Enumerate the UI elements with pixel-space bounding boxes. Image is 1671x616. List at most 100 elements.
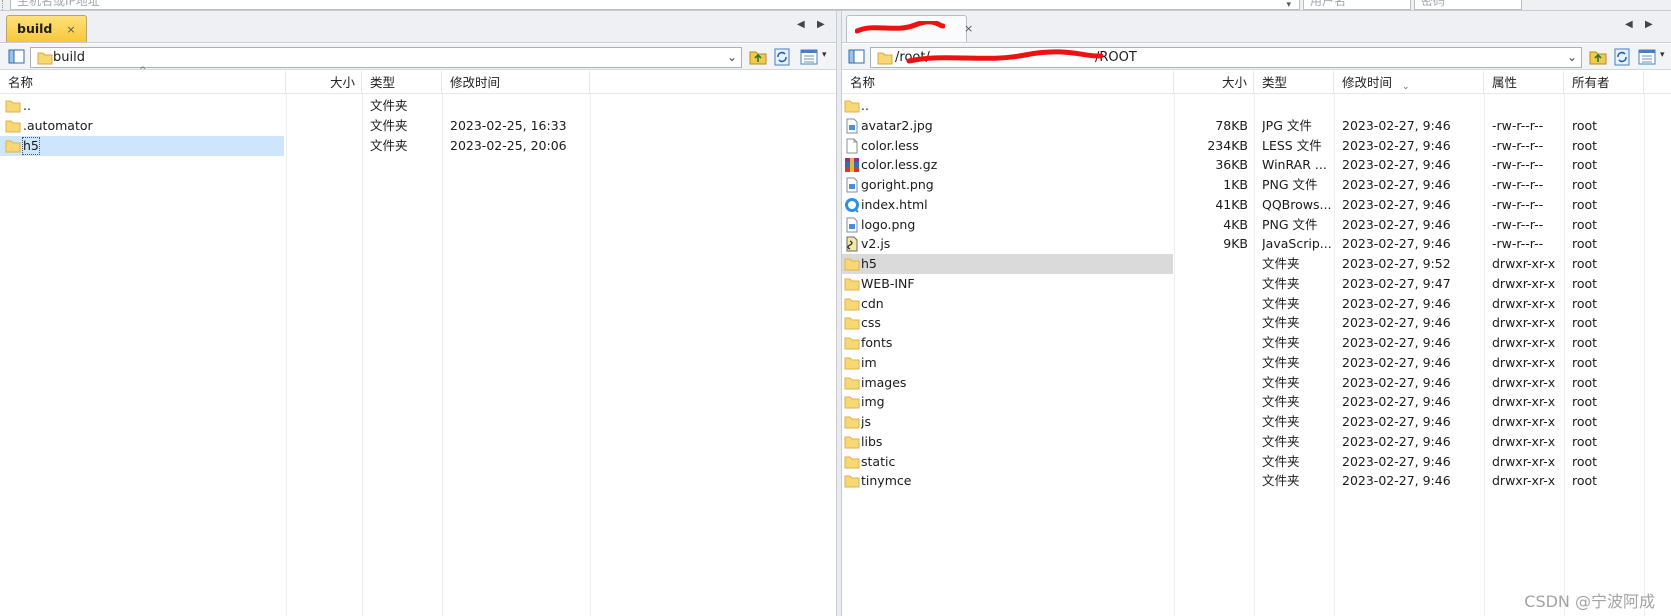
path-dropdown-icon[interactable]: ⌄ <box>727 50 737 64</box>
file-type: 文件夹 <box>1262 473 1300 489</box>
file-type: 文件夹 <box>370 98 408 113</box>
column-header-size[interactable]: 大小 <box>1174 71 1254 94</box>
view-mode-icon[interactable] <box>800 48 820 66</box>
connection-bar: 主机名或IP地址 用户名 密码 ▾ <box>0 0 1671 11</box>
sort-ascending-icon: ^ <box>139 66 147 76</box>
image-file-icon <box>844 177 860 193</box>
file-type: JavaScrip... <box>1262 236 1332 252</box>
file-mtime: 2023-02-27, 9:46 <box>1342 354 1451 370</box>
column-header-type[interactable]: 类型 <box>1254 71 1334 94</box>
local-path-text: build <box>53 50 85 65</box>
column-header-size[interactable]: 大小 <box>286 71 362 94</box>
list-item[interactable]: im 文件夹 2023-02-27, 9:46 drwxr-xr-x root <box>842 353 1671 373</box>
remote-column-headers: 名称 大小 类型 修改时间 ⌄ 属性 所有者 <box>842 71 1671 94</box>
remote-tab-strip: × ◀ ▶ <box>842 11 1671 43</box>
toolbar-grip[interactable] <box>2 0 6 10</box>
column-header-permissions[interactable]: 属性 <box>1484 71 1564 94</box>
close-tab-icon[interactable]: × <box>66 23 75 36</box>
file-name: h5 <box>22 136 40 155</box>
file-type: LESS 文件 <box>1262 137 1322 153</box>
host-dropdown-icon[interactable]: ▾ <box>1286 0 1291 10</box>
list-item[interactable]: logo.png 4KB PNG 文件 2023-02-27, 9:46 -rw-r--… <box>842 215 1671 235</box>
file-permissions: drwxr-xr-x <box>1492 354 1556 370</box>
list-item[interactable]: libs 文件夹 2023-02-27, 9:46 drwxr-xr-x root <box>842 432 1671 452</box>
column-header-owner[interactable]: 所有者 <box>1564 71 1644 94</box>
file-mtime: 2023-02-27, 9:46 <box>1342 196 1451 212</box>
remote-path-input[interactable]: /root/ /ROOT ⌄ <box>870 47 1582 68</box>
tab-build[interactable]: build × <box>6 15 87 42</box>
folder-icon <box>5 98 21 114</box>
list-item[interactable]: color.less.gz 36KB WinRAR ... 2023-02-27, 9… <box>842 155 1671 175</box>
column-header-name[interactable]: 名称 <box>842 71 1174 94</box>
list-item[interactable]: index.html 41KB QQBrows... 2023-02-27, 9:46… <box>842 195 1671 215</box>
file-size <box>1174 412 1248 432</box>
file-mtime: 2023-02-27, 9:46 <box>1342 414 1451 429</box>
list-item[interactable]: h5 文件夹 2023-02-27, 9:52 drwxr-xr-x root <box>842 254 1671 274</box>
list-item[interactable]: images 文件夹 2023-02-27, 9:46 drwxr-xr-x root <box>842 373 1671 393</box>
tab-scroll-left-icon[interactable]: ◀ <box>797 19 805 30</box>
file-owner: root <box>1572 354 1598 370</box>
list-item[interactable]: img 文件夹 2023-02-27, 9:46 drwxr-xr-x root <box>842 392 1671 412</box>
list-item[interactable]: WEB-INF 文件夹 2023-02-27, 9:47 drwxr-xr-x root <box>842 274 1671 294</box>
refresh-icon[interactable] <box>772 48 792 66</box>
list-item[interactable]: .. <box>842 96 1671 116</box>
list-item[interactable]: v2.js 9KB JavaScrip... 2023-02-27, 9:46 -rw-… <box>842 234 1671 254</box>
list-item[interactable]: color.less 234KB LESS 文件 2023-02-27, 9:46 -r… <box>842 136 1671 156</box>
javascript-file-icon <box>844 236 860 252</box>
list-item[interactable]: js 文件夹 2023-02-27, 9:46 drwxr-xr-x root <box>842 412 1671 432</box>
folder-icon <box>844 355 860 371</box>
local-column-headers: 名称 ^ 大小 类型 修改时间 <box>0 66 836 94</box>
tab-remote-session[interactable]: × <box>846 15 973 42</box>
file-name: img <box>861 394 885 410</box>
redaction-mark <box>906 49 1104 64</box>
column-header-mtime[interactable]: 修改时间 <box>442 71 590 94</box>
password-input[interactable]: 密码 <box>1414 0 1522 10</box>
tab-scroll-right-icon[interactable]: ▶ <box>1645 19 1653 30</box>
tab-scroll-left-icon[interactable]: ◀ <box>1625 19 1633 30</box>
column-header-type[interactable]: 类型 <box>362 71 442 94</box>
parent-folder-icon[interactable] <box>748 48 768 66</box>
folder-icon <box>844 256 860 272</box>
list-item[interactable]: cdn 文件夹 2023-02-27, 9:46 drwxr-xr-x root <box>842 294 1671 314</box>
list-item[interactable]: static 文件夹 2023-02-27, 9:46 drwxr-xr-x root <box>842 452 1671 472</box>
username-input[interactable]: 用户名 <box>1303 0 1411 10</box>
file-type: WinRAR ... <box>1262 157 1327 173</box>
file-owner: root <box>1572 473 1598 489</box>
file-size: 4KB <box>1223 216 1248 232</box>
file-permissions: drwxr-xr-x <box>1492 315 1556 331</box>
parent-folder-icon[interactable] <box>1588 48 1608 66</box>
list-item[interactable]: .automator 文件夹 2023-02-25, 16:33 <box>0 116 836 136</box>
list-item[interactable]: goright.png 1KB PNG 文件 2023-02-27, 9:46 -rw-… <box>842 175 1671 195</box>
list-item[interactable]: tinymce 文件夹 2023-02-27, 9:46 drwxr-xr-x root <box>842 471 1671 491</box>
file-mtime: 2023-02-27, 9:46 <box>1342 315 1451 331</box>
remote-path-bar: /root/ /ROOT ⌄ ▾ <box>842 44 1671 70</box>
file-type: 文件夹 <box>1262 453 1300 469</box>
sort-descending-icon: ⌄ <box>1402 82 1410 92</box>
file-type: 文件夹 <box>1262 354 1300 370</box>
list-item[interactable]: avatar2.jpg 78KB JPG 文件 2023-02-27, 9:46 -rw… <box>842 116 1671 136</box>
toggle-tree-icon[interactable] <box>8 48 25 65</box>
view-dropdown-icon[interactable]: ▾ <box>822 50 827 60</box>
view-mode-icon[interactable] <box>1638 48 1658 66</box>
path-dropdown-icon[interactable]: ⌄ <box>1567 50 1577 64</box>
folder-icon <box>877 52 893 65</box>
tab-scroll-right-icon[interactable]: ▶ <box>817 19 825 30</box>
file-permissions: -rw-r--r-- <box>1492 196 1544 212</box>
list-item[interactable]: .. 文件夹 <box>0 96 836 116</box>
refresh-icon[interactable] <box>1612 48 1632 66</box>
close-tab-icon[interactable]: × <box>964 16 973 42</box>
list-item[interactable]: h5 文件夹 2023-02-25, 20:06 <box>0 135 836 156</box>
sftp-window: 主机名或IP地址 用户名 密码 ▾ build × ◀ ▶ build ⌄ ▾ … <box>0 0 1671 616</box>
host-input[interactable]: 主机名或IP地址 <box>10 0 1300 10</box>
file-name: WEB-INF <box>861 275 915 291</box>
file-name: .. <box>861 98 869 113</box>
file-owner: root <box>1572 315 1598 331</box>
list-item[interactable]: fonts 文件夹 2023-02-27, 9:46 drwxr-xr-x root <box>842 333 1671 353</box>
file-mtime: 2023-02-25, 16:33 <box>450 117 567 133</box>
local-path-input[interactable]: build ⌄ <box>30 47 742 68</box>
file-mtime: 2023-02-27, 9:46 <box>1342 236 1451 252</box>
list-item[interactable]: css 文件夹 2023-02-27, 9:46 drwxr-xr-x root <box>842 313 1671 333</box>
view-dropdown-icon[interactable]: ▾ <box>1660 50 1665 60</box>
file-type: PNG 文件 <box>1262 177 1318 192</box>
toggle-tree-icon[interactable] <box>848 48 865 65</box>
